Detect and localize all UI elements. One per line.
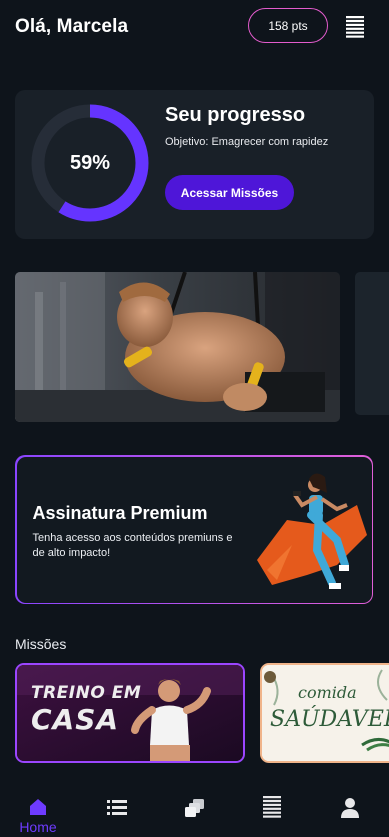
gym-photo <box>15 272 340 422</box>
nav-ranking[interactable] <box>242 790 302 837</box>
ranking-icon <box>263 796 281 818</box>
nav-home[interactable]: Home <box>8 790 68 837</box>
premium-description: Tenha acesso aos conteúdos premiuns e de… <box>32 531 233 559</box>
mission-card-home-line1: TREINO EM <box>31 683 142 703</box>
runner-illustration <box>256 472 367 589</box>
nav-list[interactable] <box>86 790 146 837</box>
progress-card: 59% Seu progresso Objetivo: Emagrecer co… <box>15 90 374 239</box>
progress-percent: 59% <box>69 151 111 174</box>
greeting: Olá, Marcela <box>15 16 129 37</box>
nav-profile[interactable] <box>320 790 380 837</box>
missions-section-title: Missões <box>15 636 67 652</box>
mission-card-food-line1: comida <box>298 683 357 702</box>
progress-goal: Objetivo: Emagrecer com rapidez <box>165 136 329 148</box>
list-icon <box>107 800 127 815</box>
cards-icon <box>185 799 204 817</box>
nav-home-label: Home <box>19 819 57 835</box>
premium-title: Assinatura Premium <box>32 502 208 523</box>
premium-card[interactable]: Assinatura Premium Tenha acesso aos cont… <box>15 455 373 604</box>
mission-card-food-line2: SAÚDAVEL <box>270 707 389 732</box>
bottom-navigation: Home <box>0 790 389 837</box>
progress-title: Seu progresso <box>165 104 306 126</box>
mission-card-home-line2: CASA <box>31 703 120 736</box>
ranking-bars-icon[interactable] <box>346 16 364 38</box>
mission-card-home-workout[interactable]: TREINO EM CASA <box>15 663 245 763</box>
header: Olá, Marcela 158 pts <box>0 0 389 56</box>
banner-next-peek[interactable] <box>355 272 389 415</box>
home-icon <box>30 799 46 815</box>
profile-icon <box>341 798 359 818</box>
points-badge[interactable]: 158 pts <box>248 8 328 43</box>
access-missions-button[interactable]: Acessar Missões <box>165 175 294 210</box>
workout-banner-image[interactable] <box>15 272 340 422</box>
nav-cards[interactable] <box>164 790 224 837</box>
mission-card-healthy-food[interactable]: comida SAÚDAVEL <box>260 663 389 763</box>
